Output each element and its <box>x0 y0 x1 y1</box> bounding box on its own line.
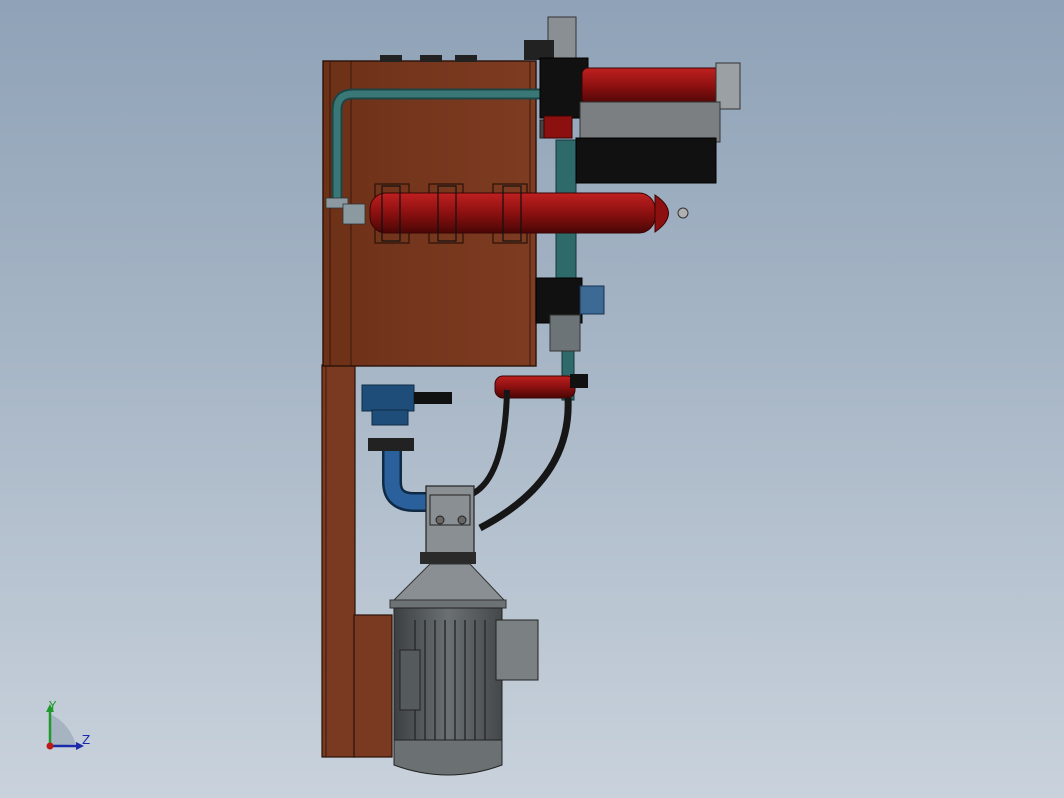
accumulator-large <box>369 185 689 242</box>
cad-viewport[interactable]: Y Z <box>0 0 1064 798</box>
hydraulic-unit-model[interactable] <box>0 0 1064 798</box>
suction-line <box>361 384 452 512</box>
manifold-pipe <box>539 119 577 401</box>
electric-motor <box>389 563 539 776</box>
hydraulic-pump <box>420 485 476 564</box>
z-axis-label: Z <box>82 733 91 747</box>
hydraulic-hoses <box>468 389 572 532</box>
origin-point <box>46 742 54 750</box>
valve-block <box>535 277 605 352</box>
coordinate-triad <box>46 704 84 750</box>
y-axis-label: Y <box>49 699 57 713</box>
